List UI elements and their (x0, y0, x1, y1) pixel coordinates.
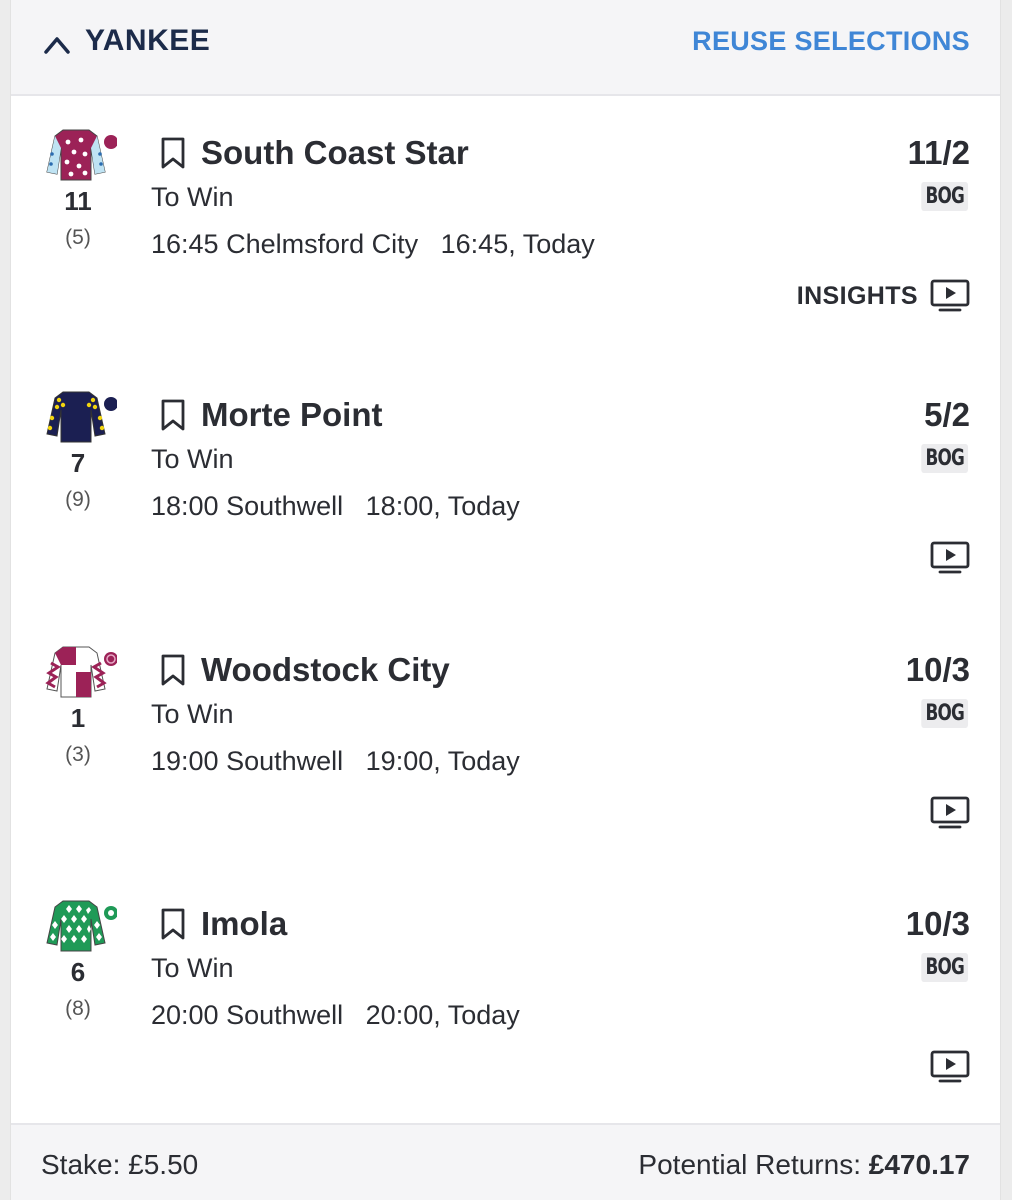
cloth-number: 7 (70, 448, 86, 478)
bog-badge: BOG (921, 953, 968, 982)
jockey-silks-icon (45, 646, 117, 698)
market-name: To Win (151, 699, 234, 729)
jockey-silks-icon (46, 391, 117, 443)
stall-draw: (8) (65, 997, 91, 1020)
potential-returns: Potential Returns: £470.17 (638, 1149, 970, 1181)
event-time: 20:00, Today (365, 1000, 520, 1030)
market-name: To Win (151, 444, 234, 474)
selection-row: 7 (9) Morte Point To Win 18:00 Southwell… (11, 388, 1000, 643)
tv-play-icon (930, 796, 970, 829)
bet-type-title[interactable]: YANKEE (85, 24, 210, 58)
cloth-number: 11 (64, 186, 92, 216)
cloth-number: 6 (70, 957, 86, 987)
market-name: To Win (151, 953, 234, 983)
yankee-bet-card: YANKEE REUSE SELECTIONS 11 (5) South Coa… (10, 0, 1001, 1200)
bog-badge: BOG (921, 182, 968, 211)
tv-play-icon (930, 1050, 970, 1083)
insights-label: INSIGHTS (796, 281, 918, 310)
selection-name[interactable]: South Coast Star (201, 134, 469, 172)
video-button[interactable] (930, 538, 970, 578)
event-info: 16:45 Chelmsford City 16:45, Today (151, 229, 595, 260)
bookmark-icon[interactable] (159, 398, 187, 432)
bookmark-icon[interactable] (159, 907, 187, 941)
stall-draw: (9) (65, 488, 91, 511)
returns-label: Potential Returns: (638, 1149, 861, 1180)
cloth-number: 1 (70, 703, 86, 733)
selection-row: 1 (3) Woodstock City To Win 19:00 Southw… (11, 643, 1000, 898)
odds-price: 10/3 (905, 651, 970, 688)
jockey-silks-icon (46, 129, 117, 181)
event-name: 19:00 Southwell (151, 746, 344, 776)
event-time: 19:00, Today (365, 746, 520, 776)
video-button[interactable] (930, 793, 970, 833)
video-button[interactable] (930, 1047, 970, 1087)
insights-button[interactable]: INSIGHTS (797, 276, 970, 316)
event-info: 19:00 Southwell 19:00, Today (151, 746, 520, 777)
event-name: 20:00 Southwell (151, 1000, 344, 1030)
returns-value: £470.17 (868, 1149, 970, 1180)
reuse-selections-link[interactable]: REUSE SELECTIONS (692, 26, 970, 57)
bet-header: YANKEE REUSE SELECTIONS (11, 0, 1000, 96)
odds-price: 5/2 (924, 396, 970, 433)
selection-row: 11 (5) South Coast Star To Win 16:45 Che… (11, 126, 1000, 381)
bog-badge: BOG (921, 699, 968, 728)
jockey-silks-icon (46, 900, 117, 952)
event-time: 16:45, Today (440, 229, 595, 259)
event-info: 18:00 Southwell 18:00, Today (151, 491, 520, 522)
stall-draw: (3) (65, 743, 91, 766)
event-name: 16:45 Chelmsford City (151, 229, 419, 259)
stake-amount: Stake: £5.50 (41, 1149, 199, 1180)
odds-price: 10/3 (905, 905, 970, 942)
tv-play-icon (930, 279, 970, 312)
bookmark-icon[interactable] (159, 136, 187, 170)
bet-footer: Stake: £5.50 Potential Returns: £470.17 (11, 1123, 1000, 1200)
odds-price: 11/2 (907, 134, 970, 171)
event-info: 20:00 Southwell 20:00, Today (151, 1000, 520, 1031)
selection-name[interactable]: Morte Point (201, 396, 382, 434)
tv-play-icon (930, 541, 970, 574)
bookmark-icon[interactable] (159, 653, 187, 687)
market-name: To Win (151, 182, 234, 212)
selection-name[interactable]: Imola (201, 905, 287, 943)
chevron-up-icon[interactable] (43, 34, 71, 56)
event-name: 18:00 Southwell (151, 491, 344, 521)
selection-name[interactable]: Woodstock City (201, 651, 450, 689)
stall-draw: (5) (65, 226, 91, 249)
event-time: 18:00, Today (365, 491, 520, 521)
selection-row: 6 (8) Imola To Win 20:00 Southwell 20:00… (11, 897, 1000, 1152)
bog-badge: BOG (921, 444, 968, 473)
